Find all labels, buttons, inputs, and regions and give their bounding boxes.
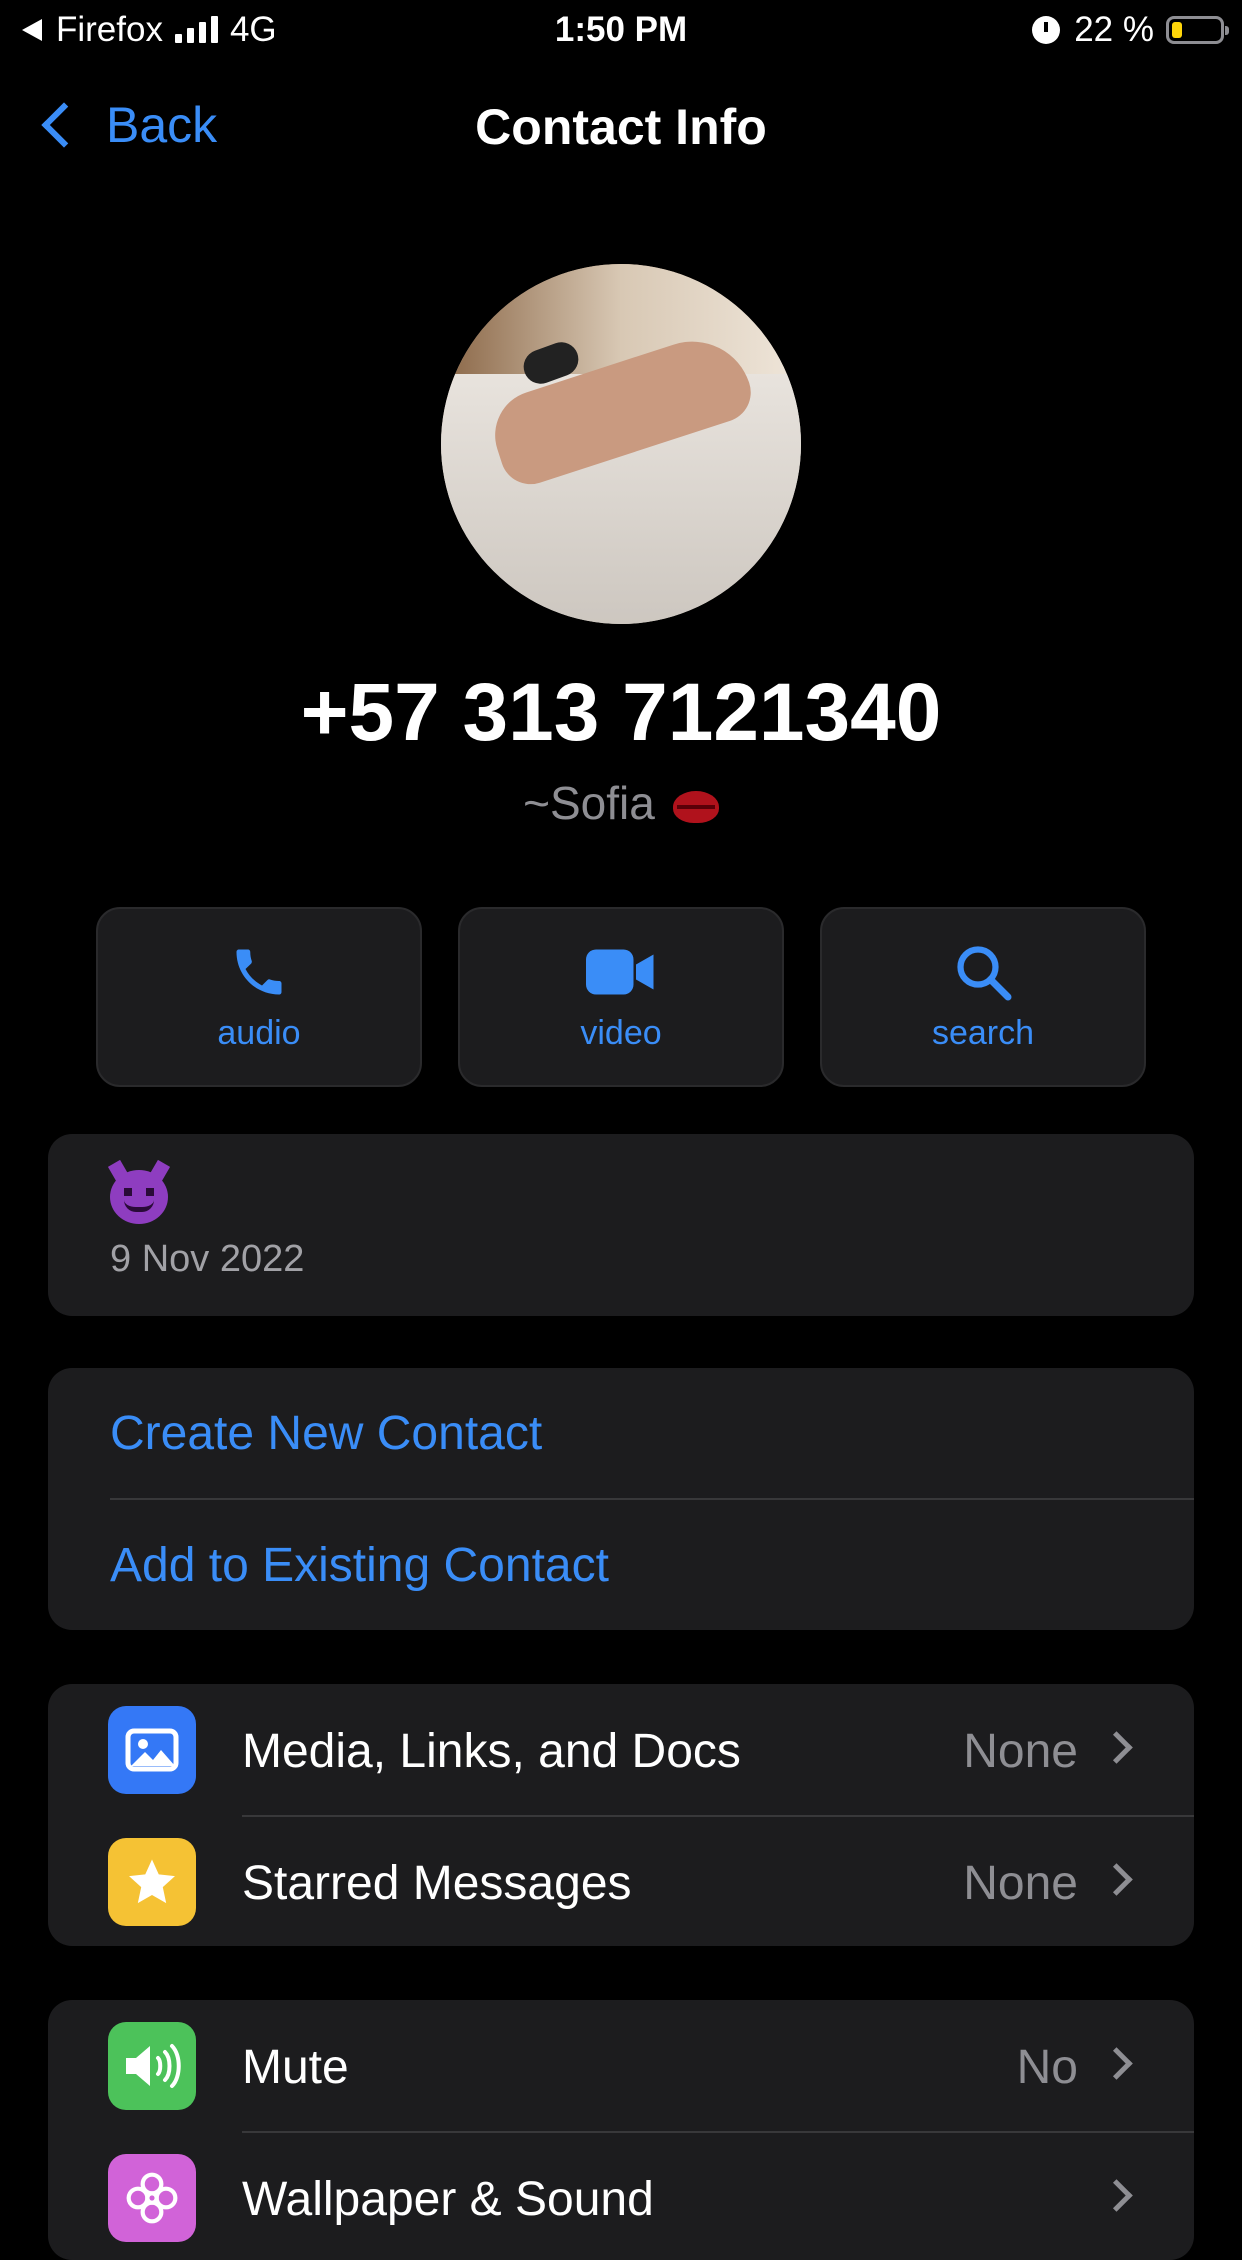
video-camera-icon: [586, 942, 656, 1002]
page-title: Contact Info: [475, 99, 767, 155]
row-label: Wallpaper & Sound: [242, 2173, 654, 2226]
media-section-card: Media, Links, and Docs None Starred Mess…: [48, 1684, 1194, 1946]
row-label: Mute: [242, 2041, 349, 2094]
kiss-mark-icon: [672, 790, 719, 823]
search-button[interactable]: search: [820, 907, 1146, 1087]
search-label: search: [931, 1013, 1035, 1052]
audio-call-button[interactable]: audio: [96, 907, 422, 1087]
media-links-docs-row[interactable]: Media, Links, and Docs None: [48, 1684, 1194, 1816]
search-icon: [953, 942, 1013, 1002]
battery-icon: [1166, 16, 1229, 44]
settings-section-card: Mute No Wallpaper & Sound: [48, 2000, 1194, 2260]
row-value: None: [963, 1857, 1078, 1910]
flower-icon: [108, 2154, 196, 2242]
chevron-right-icon: [1100, 1731, 1133, 1764]
add-to-existing-contact-button[interactable]: Add to Existing Contact: [110, 1538, 609, 1593]
audio-label: audio: [217, 1013, 301, 1052]
row-label: Media, Links, and Docs: [242, 1725, 741, 1778]
status-bar: Firefox 4G 1:50 PM 22 %: [0, 0, 1242, 60]
video-label: video: [580, 1013, 662, 1052]
contact-actions-card: Create New Contact Add to Existing Conta…: [48, 1368, 1194, 1630]
photo-icon: [108, 1706, 196, 1794]
navigation-bar: Back Contact Info: [0, 88, 1242, 168]
contact-phone-number: +57 313 7121340: [300, 667, 942, 758]
row-value: No: [1016, 2041, 1078, 2094]
chevron-right-icon: [1100, 2179, 1133, 2212]
starred-messages-row[interactable]: Starred Messages None: [48, 1816, 1194, 1946]
push-name-text: ~Sofia: [523, 777, 655, 829]
speaker-icon: [108, 2022, 196, 2110]
contact-push-name: ~Sofia: [0, 776, 1242, 830]
row-value: None: [963, 1725, 1078, 1778]
chevron-right-icon: [1100, 1863, 1133, 1896]
battery-percent: 22 %: [1074, 10, 1154, 49]
smiling-devil-emoji-icon: [110, 1170, 168, 1224]
chevron-right-icon: [1100, 2047, 1133, 2080]
avatar[interactable]: [441, 264, 801, 624]
create-new-contact-button[interactable]: Create New Contact: [110, 1406, 542, 1461]
about-card: 9 Nov 2022: [48, 1134, 1194, 1316]
about-date: 9 Nov 2022: [110, 1238, 305, 1280]
wallpaper-sound-row[interactable]: Wallpaper & Sound: [48, 2132, 1194, 2260]
phone-icon: [229, 942, 289, 1002]
divider: [110, 1498, 1194, 1500]
status-right: 22 %: [1032, 10, 1229, 50]
row-label: Starred Messages: [242, 1857, 632, 1910]
video-call-button[interactable]: video: [458, 907, 784, 1087]
alarm-icon: [1032, 16, 1061, 44]
mute-row[interactable]: Mute No: [48, 2000, 1194, 2132]
action-buttons: audio video search: [96, 907, 1146, 1087]
star-icon: [108, 1838, 196, 1926]
